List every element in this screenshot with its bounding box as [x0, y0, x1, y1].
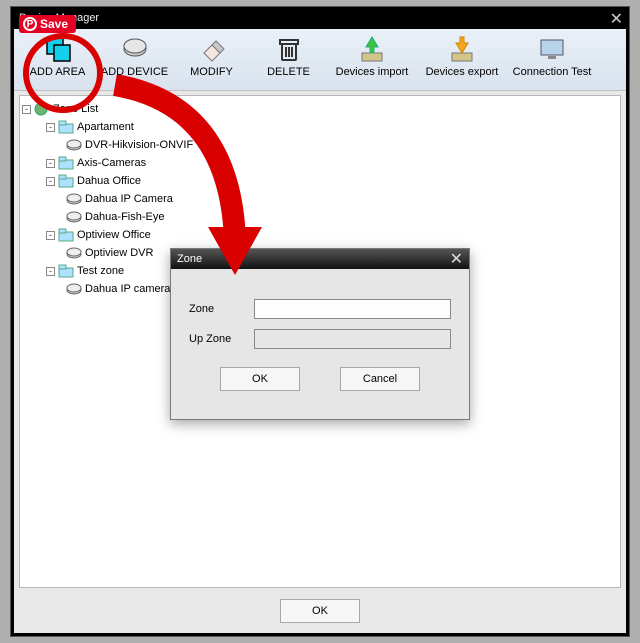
devices-import-button[interactable]: Devices import: [328, 33, 416, 86]
tree-device-node[interactable]: DVR-Hikvision-ONVIF: [20, 136, 620, 154]
dialog-cancel-button[interactable]: Cancel: [340, 367, 420, 391]
add-device-icon: [121, 35, 149, 63]
add-area-button[interactable]: ADD AREA: [20, 33, 95, 86]
tree-node-label: Optiview DVR: [85, 247, 153, 259]
tree-area-node[interactable]: - Apartament: [20, 118, 620, 136]
collapse-icon[interactable]: -: [46, 231, 55, 240]
devices-import-label: Devices import: [336, 66, 409, 78]
delete-button[interactable]: DELETE: [251, 33, 326, 86]
tree-device-node[interactable]: Dahua-Fish-Eye: [20, 208, 620, 226]
dialog-body: Zone Up Zone OK Cancel: [171, 269, 469, 419]
collapse-icon[interactable]: -: [46, 267, 55, 276]
devices-export-label: Devices export: [426, 66, 499, 78]
window-footer: OK: [14, 588, 626, 633]
pinterest-save-button[interactable]: P Save: [19, 15, 76, 33]
globe-icon: [34, 102, 50, 116]
collapse-icon[interactable]: -: [46, 123, 55, 132]
window-close-icon[interactable]: ✕: [610, 9, 623, 29]
tree-node-label: Dahua IP Camera: [85, 193, 173, 205]
tree-node-label: Test zone: [77, 265, 124, 277]
collapse-icon[interactable]: -: [22, 105, 31, 114]
zone-dialog: Zone ✕ Zone Up Zone OK Cancel: [170, 248, 470, 420]
window-titlebar: Device Manager ✕: [11, 7, 629, 29]
tree-area-node[interactable]: - Dahua Office: [20, 172, 620, 190]
tree-node-label: Dahua Office: [77, 175, 141, 187]
add-area-icon: [44, 35, 72, 63]
tree-root[interactable]: - Zone List: [20, 100, 620, 118]
add-area-label: ADD AREA: [30, 66, 86, 78]
import-icon: [358, 35, 386, 63]
trash-icon: [275, 35, 303, 63]
tree-node-label: Apartament: [77, 121, 134, 133]
toolbar: ADD AREA ADD DEVICE MODIFY DELETE Device…: [14, 29, 626, 91]
dialog-title: Zone: [177, 253, 202, 265]
modify-button[interactable]: MODIFY: [174, 33, 249, 86]
export-icon: [448, 35, 476, 63]
collapse-icon[interactable]: -: [46, 177, 55, 186]
pinterest-save-label: Save: [40, 17, 68, 31]
tree-area-node[interactable]: - Optiview Office: [20, 226, 620, 244]
upzone-input: [254, 329, 451, 349]
tree-device-node[interactable]: Dahua IP Camera: [20, 190, 620, 208]
tree-root-label: Zone List: [53, 103, 98, 115]
main-ok-button[interactable]: OK: [280, 599, 360, 623]
devices-export-button[interactable]: Devices export: [418, 33, 506, 86]
modify-label: MODIFY: [190, 66, 233, 78]
tree-node-label: Optiview Office: [77, 229, 151, 241]
tree-node-label: Dahua-Fish-Eye: [85, 211, 164, 223]
tree-node-label: Axis-Cameras: [77, 157, 146, 169]
tree-node-label: Dahua IP camera: [85, 283, 170, 295]
connection-test-label: Connection Test: [513, 66, 592, 78]
zone-field-label: Zone: [189, 303, 254, 315]
tree-node-label: DVR-Hikvision-ONVIF: [85, 139, 193, 151]
monitor-icon: [538, 35, 566, 63]
dialog-close-icon[interactable]: ✕: [450, 249, 463, 269]
upzone-field-label: Up Zone: [189, 333, 254, 345]
dialog-titlebar[interactable]: Zone ✕: [171, 249, 469, 269]
zone-input[interactable]: [254, 299, 451, 319]
eraser-icon: [198, 35, 226, 63]
connection-test-button[interactable]: Connection Test: [508, 33, 596, 86]
dialog-ok-button[interactable]: OK: [220, 367, 300, 391]
add-device-label: ADD DEVICE: [101, 66, 168, 78]
pinterest-icon: P: [23, 17, 37, 31]
collapse-icon[interactable]: -: [46, 159, 55, 168]
delete-label: DELETE: [267, 66, 310, 78]
add-device-button[interactable]: ADD DEVICE: [97, 33, 172, 86]
tree-area-node[interactable]: - Axis-Cameras: [20, 154, 620, 172]
